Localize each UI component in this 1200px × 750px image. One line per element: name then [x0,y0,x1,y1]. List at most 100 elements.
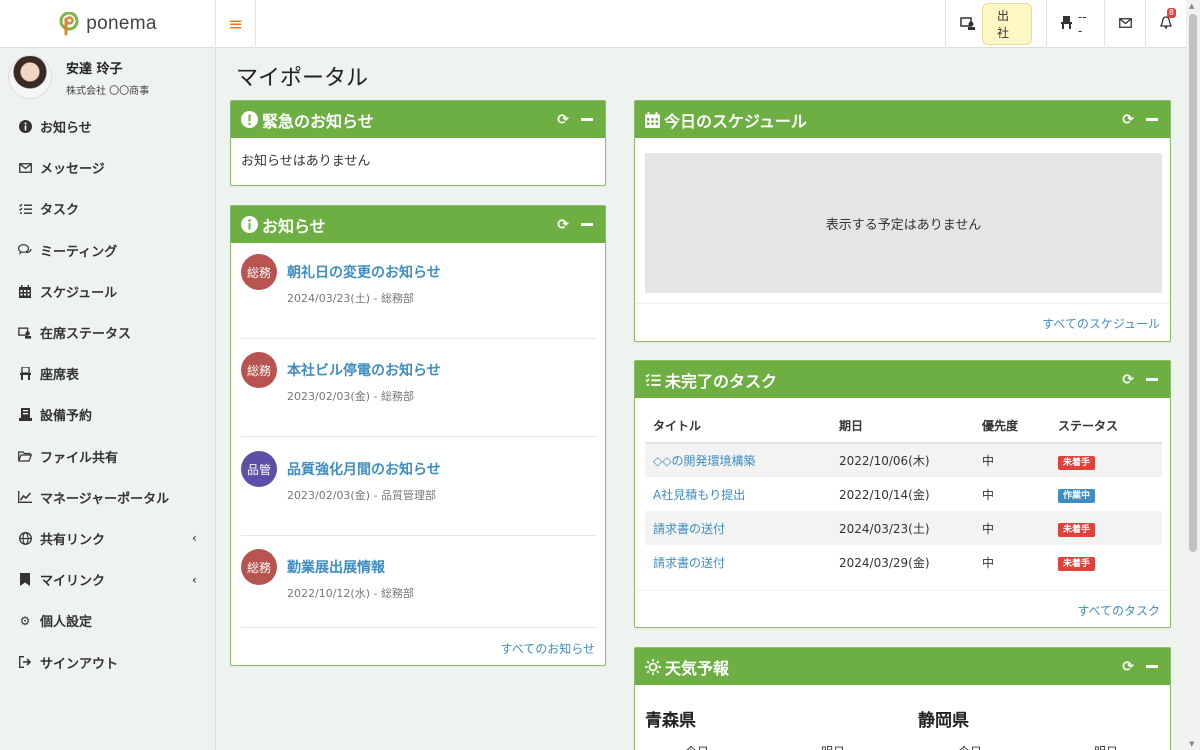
card-title: 今日のスケジュール [664,111,807,131]
sidebar-item-messages[interactable]: メッセージ [0,147,215,188]
task-priority: 中 [974,511,1050,545]
page-title: マイポータル [236,66,369,91]
card-title: 天気予報 [665,658,730,678]
forecast-day-label: 今日 [685,743,709,750]
scroll-up-icon[interactable]: ▲ [1189,2,1194,10]
presence-status-button[interactable]: 出社 [945,0,1046,48]
sidebar-item-label: サインアウト [40,656,119,672]
status-badge: 未着手 [1058,557,1096,571]
notices-card: お知らせ ⟳ 総務 朝礼日の変更のお知らせ 2024/03/23(土) - 総務… [230,205,606,666]
chart-icon [18,491,32,504]
refresh-icon[interactable]: ⟳ [1122,659,1134,675]
task-priority: 中 [982,555,995,570]
notice-title-link[interactable]: 朝礼日の変更のお知らせ [287,262,441,282]
card-title: 緊急のお知らせ [262,111,374,131]
task-title-link[interactable]: 請求書の送付 [653,556,725,570]
refresh-icon[interactable]: ⟳ [1122,372,1134,388]
minimize-icon[interactable] [581,118,593,121]
sidebar-item-my-links[interactable]: マイリンク ‹ [0,559,215,600]
list-item: 品管 品質強化月間のお知らせ 2023/02/03(金) - 品質管理部 [241,451,597,536]
task-due: 2024/03/29(金) [839,555,930,570]
sidebar-item-label: 個人設定 [40,615,93,631]
list-item: 総務 朝礼日の変更のお知らせ 2024/03/23(土) - 総務部 [241,254,597,339]
sidebar-item-shared-links[interactable]: 共有リンク ‹ [0,518,215,559]
status-badge: 作業中 [1058,489,1096,503]
page-scrollbar[interactable]: ▲ ▼ [1186,0,1200,750]
task-title-link[interactable]: 請求書の送付 [653,522,725,536]
minimize-icon[interactable] [1146,118,1158,121]
sidebar-item-facility[interactable]: 設備予約 [0,394,215,435]
sun-icon [645,658,661,675]
notice-title-link[interactable]: 本社ビル停電のお知らせ [287,360,441,380]
sidebar-item-meetings[interactable]: ミーティング [0,230,215,271]
chevron-left-icon: ‹ [192,531,197,546]
sign-out-icon [18,656,32,668]
sidebar-item-sign-out[interactable]: サインアウト [0,641,215,682]
column-header: 優先度 [974,409,1050,444]
tasks-table: タイトル 期日 優先度 ステータス ◇◇の開発環境構築 2022/10/06(木… [645,409,1162,579]
urgent-notices-card: 緊急のお知らせ ⟳ お知らせはありません [230,100,606,186]
minimize-icon[interactable] [1146,378,1158,381]
seat-button[interactable]: --- [1046,0,1104,48]
sidebar-item-file-share[interactable]: ファイル共有 [0,436,215,477]
empty-message: 表示する予定はありません [825,217,982,233]
sidebar-item-label: マイリンク [40,574,106,590]
category-badge: 総務 [241,254,277,290]
category-badge: 総務 [241,549,277,585]
sidebar-item-notices[interactable]: お知らせ [0,106,215,147]
minimize-icon[interactable] [1146,665,1158,668]
task-title-link[interactable]: A社見積もり提出 [653,488,745,502]
sidebar-item-schedule[interactable]: スケジュール [0,271,215,312]
sidebar-item-settings[interactable]: ⚙ 個人設定 [0,600,215,641]
sidebar-item-label: メッセージ [40,162,105,178]
bookmark-icon [18,573,32,587]
presence-icon [18,326,32,339]
sidebar-item-tasks[interactable]: タスク [0,188,215,229]
empty-message: お知らせはありません [241,154,371,169]
notice-title-link[interactable]: 品質強化月間のお知らせ [287,459,441,479]
scroll-down-icon[interactable]: ▼ [1189,740,1194,748]
hamburger-icon: ≡ [227,13,244,35]
sidebar-item-label: マネージャーポータル [40,491,170,507]
notifications-button[interactable]: 8 [1145,0,1186,48]
checklist-icon [645,373,661,387]
refresh-icon[interactable]: ⟳ [557,217,569,233]
sidebar-item-presence[interactable]: 在席ステータス [0,312,215,353]
chevron-left-icon: ‹ [192,572,197,587]
refresh-icon[interactable]: ⟳ [1122,112,1134,128]
facility-icon [18,408,32,422]
messages-button[interactable] [1104,0,1145,48]
scrollbar-thumb[interactable] [1189,14,1197,552]
status-badge: 未着手 [1058,523,1096,537]
envelope-icon [18,162,32,173]
task-title-link[interactable]: ◇◇の開発環境構築 [653,454,755,468]
sidebar-item-manager-portal[interactable]: マネージャーポータル [0,477,215,518]
refresh-icon[interactable]: ⟳ [557,112,569,128]
notice-title-link[interactable]: 勤業展出展情報 [287,557,385,577]
sidebar-item-label: 在席ステータス [40,327,132,343]
chair-icon [1061,16,1072,32]
forecast-day-label: 明日 [1094,743,1118,750]
card-header: 天気予報 ⟳ [635,648,1170,685]
task-priority: 中 [974,443,1050,477]
list-item: 総務 勤業展出展情報 2022/10/12(水) - 総務部 [241,549,597,628]
notice-meta: 2022/10/12(水) - 総務部 [287,587,414,600]
logo[interactable]: ponema [0,0,216,48]
sidebar-item-seating[interactable]: 座席表 [0,353,215,394]
notification-count-badge: 8 [1166,8,1176,18]
all-tasks-link[interactable]: すべてのタスク [1077,602,1160,619]
notice-meta: 2024/03/23(土) - 総務部 [287,292,414,305]
all-notices-link[interactable]: すべてのお知らせ [501,640,595,657]
task-due: 2024/03/23(土) [831,511,974,545]
user-profile[interactable]: 安達 玲子 株式会社 〇〇商事 [0,48,215,106]
presence-icon [960,16,976,33]
tasks-card: 未完了のタスク ⟳ タイトル 期日 優先度 ステータス ◇◇の開発環境構築 20… [634,360,1171,628]
sidebar-item-label: 座席表 [40,368,80,384]
column-header: タイトル [645,409,831,444]
table-row: 請求書の送付 2024/03/29(金) 中 未着手 [645,545,1162,579]
all-schedule-link[interactable]: すべてのスケジュール [1042,315,1160,332]
table-row: A社見積もり提出 2022/10/14(金) 中 作業中 [645,477,1162,511]
minimize-icon[interactable] [581,223,593,226]
menu-toggle-button[interactable]: ≡ [216,0,256,48]
prefecture-name: 静岡県 [918,711,969,731]
